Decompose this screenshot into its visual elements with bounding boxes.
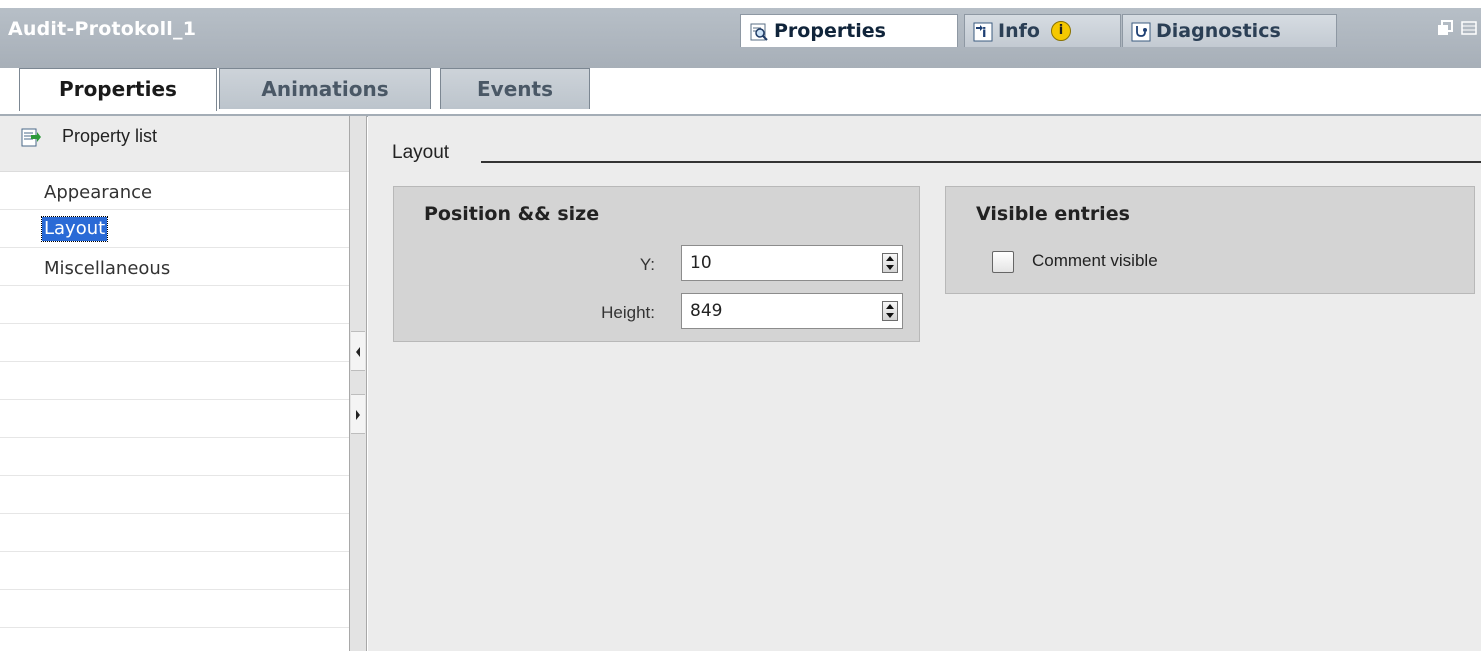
height-spin-arrows[interactable] xyxy=(882,301,898,321)
nav-item-appearance[interactable]: Appearance xyxy=(42,181,154,205)
tab-events[interactable]: Events xyxy=(440,68,590,109)
y-input[interactable]: 10 xyxy=(681,245,903,281)
comment-visible-label: Comment visible xyxy=(1032,251,1158,270)
tab-inspector-diagnostics[interactable]: Diagnostics xyxy=(1122,14,1337,47)
section-title: Layout xyxy=(392,142,450,163)
tab-inspector-info-label: Info xyxy=(998,19,1040,42)
property-list-label: Property list xyxy=(62,126,158,146)
nav-row xyxy=(0,324,349,362)
top-strip xyxy=(0,0,1481,8)
window-controls xyxy=(1437,20,1477,36)
visible-entries-group: Visible entries Comment visible xyxy=(945,186,1475,294)
nav-row xyxy=(0,286,349,324)
tab-inspector-diagnostics-label: Diagnostics xyxy=(1156,19,1281,42)
y-spin-arrows[interactable] xyxy=(882,253,898,273)
nav-row xyxy=(0,552,349,590)
panel-splitter[interactable] xyxy=(349,116,367,651)
nav-row xyxy=(0,400,349,438)
position-size-group: Position && size Y: 10 Height: 849 xyxy=(393,186,920,342)
nav-row xyxy=(0,438,349,476)
diagnostics-icon xyxy=(1131,21,1151,42)
tab-properties[interactable]: Properties xyxy=(19,68,217,111)
info-badge-icon: i xyxy=(1050,21,1071,41)
y-value: 10 xyxy=(690,253,712,273)
layout-menu-icon[interactable] xyxy=(1461,20,1477,36)
nav-item-miscellaneous[interactable]: Miscellaneous xyxy=(42,257,172,281)
tab-inspector-info[interactable]: i Info i xyxy=(964,14,1121,47)
section-rule xyxy=(481,161,1481,163)
height-input[interactable]: 849 xyxy=(681,293,903,329)
property-list-icon xyxy=(20,126,42,148)
nav-item-layout[interactable]: Layout xyxy=(40,216,109,242)
property-content: Layout Position && size Y: 10 Height: 84… xyxy=(368,116,1481,651)
properties-magnifier-icon xyxy=(749,21,769,41)
tab-inspector-properties-label: Properties xyxy=(774,19,886,42)
expand-right-button[interactable] xyxy=(351,394,365,434)
collapse-left-button[interactable] xyxy=(351,331,365,371)
height-label: Height: xyxy=(601,303,655,322)
nav-row xyxy=(0,476,349,514)
window-title: Audit-Protokoll_1 xyxy=(8,18,197,40)
info-arrow-icon: i xyxy=(973,21,993,42)
comment-visible-checkbox[interactable] xyxy=(992,251,1014,273)
property-navigation: Property list Appearance Layout Miscella… xyxy=(0,116,349,651)
height-value: 849 xyxy=(690,301,723,321)
position-size-title: Position && size xyxy=(424,203,600,225)
nav-row xyxy=(0,514,349,552)
y-label: Y: xyxy=(639,255,655,274)
restore-window-icon[interactable] xyxy=(1437,20,1453,36)
tab-animations[interactable]: Animations xyxy=(219,68,431,109)
tab-inspector-properties[interactable]: Properties xyxy=(740,14,958,47)
property-tab-bar: Properties Animations Events xyxy=(0,47,1481,115)
property-list-header[interactable]: Property list xyxy=(0,116,349,172)
nav-row xyxy=(0,590,349,628)
visible-entries-title: Visible entries xyxy=(976,203,1130,225)
nav-row xyxy=(0,362,349,400)
